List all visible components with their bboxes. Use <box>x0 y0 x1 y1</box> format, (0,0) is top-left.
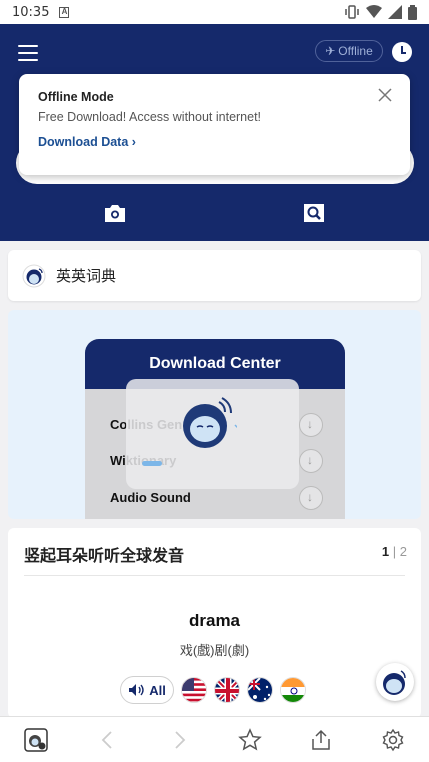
airplane-icon: ✈ <box>325 44 336 58</box>
play-all-button[interactable]: All <box>120 676 174 704</box>
star-icon[interactable] <box>238 728 262 752</box>
all-label: All <box>149 682 166 698</box>
mascot-icon <box>183 397 237 448</box>
close-icon[interactable] <box>378 88 392 102</box>
word-translation: 戏(戲)剧(劇) <box>179 643 250 658</box>
uk-flag-icon[interactable] <box>214 677 240 703</box>
au-flag-icon[interactable] <box>247 677 273 703</box>
us-flag-icon[interactable] <box>181 677 207 703</box>
scan-search-icon[interactable] <box>302 202 326 224</box>
download-icon <box>299 413 323 437</box>
mascot-icon <box>383 670 406 695</box>
assistant-fab[interactable] <box>376 663 414 701</box>
settings-icon[interactable] <box>381 728 405 752</box>
audio-row: All <box>120 676 306 704</box>
notification-a-icon: A <box>59 6 70 18</box>
download-center-banner[interactable]: Download Center Collins Gen Wiktionary A… <box>8 310 421 519</box>
vibrate-icon <box>345 5 359 19</box>
popup-description: Free Download! Access without internet! <box>38 110 262 124</box>
forward-icon[interactable] <box>167 728 191 752</box>
pronunciation-card: 竖起耳朵听听全球发音 1 | 2 drama 戏(戲)剧(劇) All <box>8 528 421 718</box>
signal-icon <box>388 5 402 19</box>
share-icon[interactable] <box>309 728 333 752</box>
download-icon <box>299 449 323 473</box>
speaker-icon <box>129 684 144 696</box>
back-icon[interactable] <box>96 728 120 752</box>
word: drama <box>188 611 241 630</box>
download-data-label: Download Data <box>38 135 129 149</box>
offline-button[interactable]: ✈ Offline <box>315 40 383 62</box>
app-logo-icon[interactable] <box>24 728 48 752</box>
menu-icon[interactable] <box>18 45 38 61</box>
chevron-right-icon: › <box>131 135 136 149</box>
in-flag-icon[interactable] <box>280 677 306 703</box>
download-icon <box>299 486 323 510</box>
download-progress <box>142 461 162 466</box>
status-bar: 10:35 A <box>0 0 429 24</box>
pronunciation-title: 竖起耳朵听听全球发音 <box>24 548 185 565</box>
offline-label: Offline <box>338 44 373 58</box>
camera-icon[interactable] <box>103 202 127 224</box>
popup-title: Offline Mode <box>38 90 114 104</box>
download-data-link[interactable]: Download Data › <box>38 135 136 149</box>
battery-icon <box>408 4 417 20</box>
divider <box>24 575 405 576</box>
bottom-toolbar <box>0 716 429 762</box>
clock-icon[interactable] <box>392 42 412 62</box>
pagination[interactable]: 1 | 2 <box>382 544 407 559</box>
download-item: Audio Sound <box>110 490 191 505</box>
dictionary-mascot-icon <box>22 264 46 287</box>
status-time: 10:35 <box>12 4 50 20</box>
dictionary-label: 英英词典 <box>56 268 117 285</box>
page-current[interactable]: 1 <box>382 544 389 559</box>
dictionary-card[interactable]: 英英词典 <box>8 250 421 301</box>
page-total[interactable]: 2 <box>400 544 407 559</box>
wifi-icon <box>366 5 382 18</box>
page-separator: | <box>392 544 397 559</box>
offline-mode-popup: Offline Mode Free Download! Access witho… <box>19 74 410 175</box>
